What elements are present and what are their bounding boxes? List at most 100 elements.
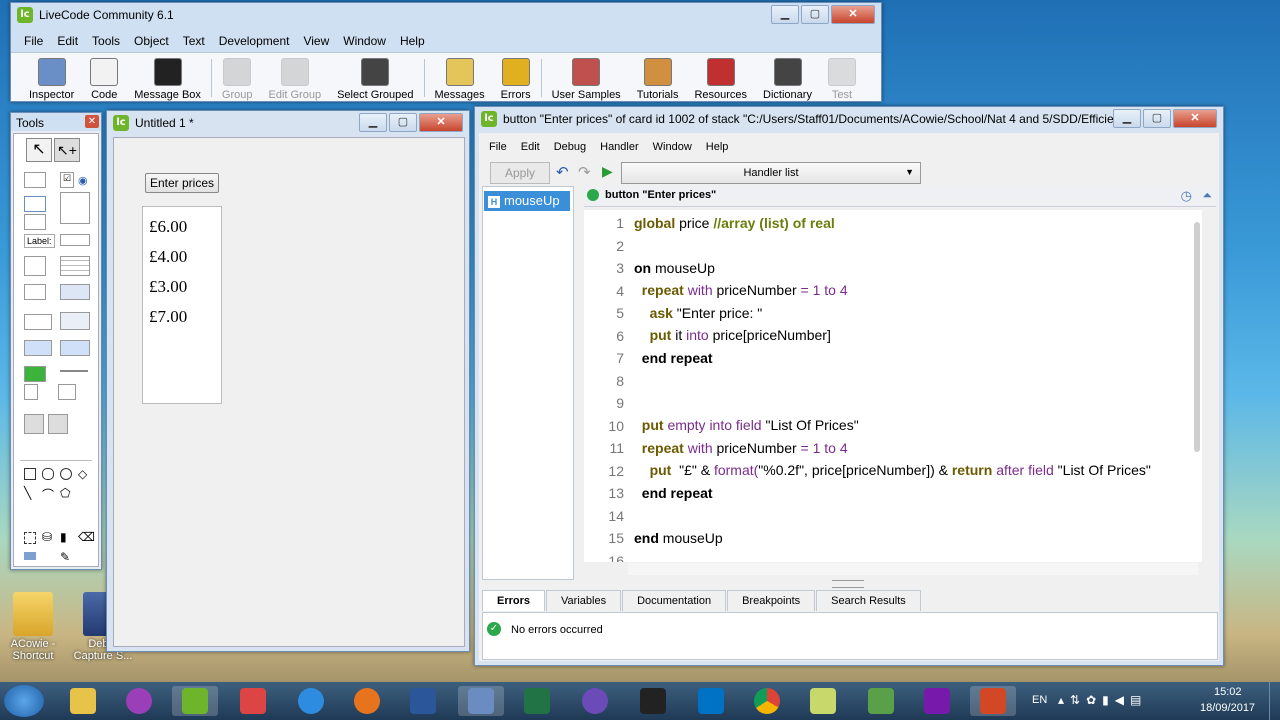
toolbar-dictionary-button[interactable]: Dictionary bbox=[755, 55, 820, 101]
maximize-button[interactable]: ▢ bbox=[1143, 109, 1171, 128]
pointer-tool-icon[interactable]: ↖ bbox=[26, 138, 52, 162]
radio-tool-icon[interactable]: ◉ bbox=[78, 174, 88, 187]
eraser-tool-icon[interactable]: ⌫ bbox=[78, 530, 95, 544]
checkbox-tool-icon[interactable]: ☑ bbox=[60, 172, 74, 188]
start-button[interactable] bbox=[4, 685, 44, 717]
clock-icon[interactable]: ◷ bbox=[1181, 188, 1192, 204]
horizontal-scrollbar[interactable] bbox=[628, 563, 1198, 575]
toolbar-resources-button[interactable]: Resources bbox=[686, 55, 755, 101]
clock-time[interactable]: 15:02 bbox=[1214, 686, 1242, 698]
menu-window[interactable]: Window bbox=[336, 31, 393, 51]
menu-edit[interactable]: Edit bbox=[50, 31, 85, 51]
clock-date[interactable]: 18/09/2017 bbox=[1200, 702, 1255, 714]
maximize-button[interactable]: ▢ bbox=[389, 113, 417, 132]
maximize-button[interactable]: ▢ bbox=[801, 5, 829, 24]
progress-bar-tool-icon[interactable] bbox=[24, 366, 46, 382]
field-tool-icon[interactable] bbox=[24, 196, 46, 212]
scrollbar-tool-icon[interactable] bbox=[24, 284, 46, 300]
bucket-tool-icon[interactable]: ⛁ bbox=[42, 530, 52, 544]
toolbar-select-grouped-button[interactable]: Select Grouped bbox=[329, 55, 421, 101]
editor-menu-debug[interactable]: Debug bbox=[547, 138, 593, 156]
edit-tool-icon[interactable]: ↖+ bbox=[54, 138, 80, 162]
tray-icons[interactable]: ▴⇅✿▮◀▤ bbox=[1058, 693, 1147, 707]
toolbar-message-box-button[interactable]: Message Box bbox=[126, 55, 209, 101]
taskbar-ie[interactable] bbox=[288, 686, 334, 716]
tab-menu-tool-icon[interactable] bbox=[60, 312, 90, 330]
redo-icon[interactable]: ↷ bbox=[578, 163, 591, 181]
menu-tools[interactable]: Tools bbox=[85, 31, 127, 51]
scrolling-field-tool-icon[interactable] bbox=[60, 192, 90, 224]
menu-help[interactable]: Help bbox=[393, 31, 432, 51]
toolbar-inspector-button[interactable]: Inspector bbox=[21, 55, 82, 101]
taskbar-explorer[interactable] bbox=[60, 686, 106, 716]
toolbar-code-button[interactable]: Code bbox=[82, 55, 126, 101]
taskbar-outlook[interactable] bbox=[688, 686, 734, 716]
label-tool[interactable]: Label: bbox=[24, 234, 55, 248]
language-indicator[interactable]: EN bbox=[1032, 694, 1047, 706]
taskbar-snipping[interactable] bbox=[230, 686, 276, 716]
table-field-tool-icon[interactable] bbox=[60, 256, 90, 276]
undo-icon[interactable]: ↶ bbox=[556, 163, 569, 181]
toolbar-messages-button[interactable]: Messages bbox=[427, 55, 493, 101]
line-tool-icon[interactable]: ╲ bbox=[24, 486, 31, 500]
toolbar-user-samples-button[interactable]: User Samples bbox=[544, 55, 629, 101]
tab-panel-tool-icon[interactable] bbox=[60, 284, 90, 300]
close-button[interactable]: ✕ bbox=[1173, 109, 1217, 128]
menu-object[interactable]: Object bbox=[127, 31, 176, 51]
taskbar-livecode[interactable] bbox=[172, 686, 218, 716]
toolbar-test-button[interactable]: Test bbox=[820, 55, 864, 101]
editor-menu-file[interactable]: File bbox=[482, 138, 514, 156]
round-rect-tool-icon[interactable] bbox=[42, 468, 54, 480]
handler-item-mouseup[interactable]: HmouseUp bbox=[484, 191, 570, 211]
brush-tool-icon[interactable] bbox=[24, 552, 36, 560]
toolbar-group-button[interactable]: Group bbox=[214, 55, 261, 101]
polygon-tool-icon[interactable]: ◇ bbox=[78, 467, 87, 481]
little-arrows-tool-icon[interactable] bbox=[24, 384, 38, 400]
taskbar-app-orb[interactable] bbox=[572, 686, 618, 716]
toolbar-edit-group-button[interactable]: Edit Group bbox=[260, 55, 329, 101]
slider-tool-icon[interactable] bbox=[60, 370, 88, 372]
label-field-tool-icon[interactable] bbox=[24, 214, 46, 230]
tab-variables[interactable]: Variables bbox=[546, 590, 622, 611]
show-desktop-button[interactable] bbox=[1269, 682, 1280, 720]
player-tool-icon[interactable] bbox=[48, 414, 68, 434]
minimize-button[interactable]: ▁ bbox=[771, 5, 799, 24]
popup-menu-tool-icon[interactable] bbox=[60, 340, 90, 356]
list-of-prices-field[interactable]: £6.00 £4.00 £3.00 £7.00 bbox=[142, 206, 222, 404]
splitter-handle[interactable] bbox=[832, 580, 864, 588]
tab-errors[interactable]: Errors bbox=[482, 590, 546, 611]
option-menu-tool-icon[interactable] bbox=[24, 314, 52, 330]
taskbar-app-chart[interactable] bbox=[800, 686, 846, 716]
editor-menu-window[interactable]: Window bbox=[646, 138, 699, 156]
vertical-scrollbar[interactable] bbox=[1192, 222, 1202, 552]
button-tool-icon[interactable] bbox=[24, 172, 46, 188]
collapse-icon[interactable]: ⏶ bbox=[1202, 188, 1212, 203]
close-button[interactable]: ✕ bbox=[419, 113, 463, 132]
run-icon[interactable]: ▶ bbox=[602, 163, 613, 180]
scroll-arrows-tool-icon[interactable] bbox=[58, 384, 76, 400]
close-button[interactable]: ✕ bbox=[831, 5, 875, 24]
tab-documentation[interactable]: Documentation bbox=[622, 590, 727, 611]
minimize-button[interactable]: ▁ bbox=[359, 113, 387, 132]
taskbar-powerpoint[interactable] bbox=[970, 686, 1016, 716]
minimize-button[interactable]: ▁ bbox=[1113, 109, 1141, 128]
taskbar-onenote[interactable] bbox=[914, 686, 960, 716]
taskbar-excel[interactable] bbox=[514, 686, 560, 716]
irregular-polygon-tool-icon[interactable]: ⬠ bbox=[60, 486, 70, 500]
handler-list-dropdown[interactable]: Handler list ▼ bbox=[621, 162, 921, 184]
menu-view[interactable]: View bbox=[296, 31, 336, 51]
tab-breakpoints[interactable]: Breakpoints bbox=[727, 590, 816, 611]
image-tool-icon[interactable] bbox=[24, 414, 44, 434]
menu-text[interactable]: Text bbox=[176, 31, 212, 51]
tools-close-button[interactable]: ✕ bbox=[85, 115, 99, 128]
editor-menu-handler[interactable]: Handler bbox=[593, 138, 646, 156]
taskbar-media[interactable] bbox=[458, 686, 504, 716]
menu-development[interactable]: Development bbox=[212, 31, 297, 51]
taskbar-app-pro[interactable] bbox=[116, 686, 162, 716]
enter-prices-button[interactable]: Enter prices bbox=[145, 173, 219, 193]
oval-tool-icon[interactable] bbox=[60, 468, 72, 480]
toolbar-errors-button[interactable]: Errors bbox=[493, 55, 539, 101]
list-field-tool-icon[interactable] bbox=[24, 256, 46, 276]
editor-menu-help[interactable]: Help bbox=[699, 138, 736, 156]
apply-button[interactable]: Apply bbox=[490, 162, 550, 184]
